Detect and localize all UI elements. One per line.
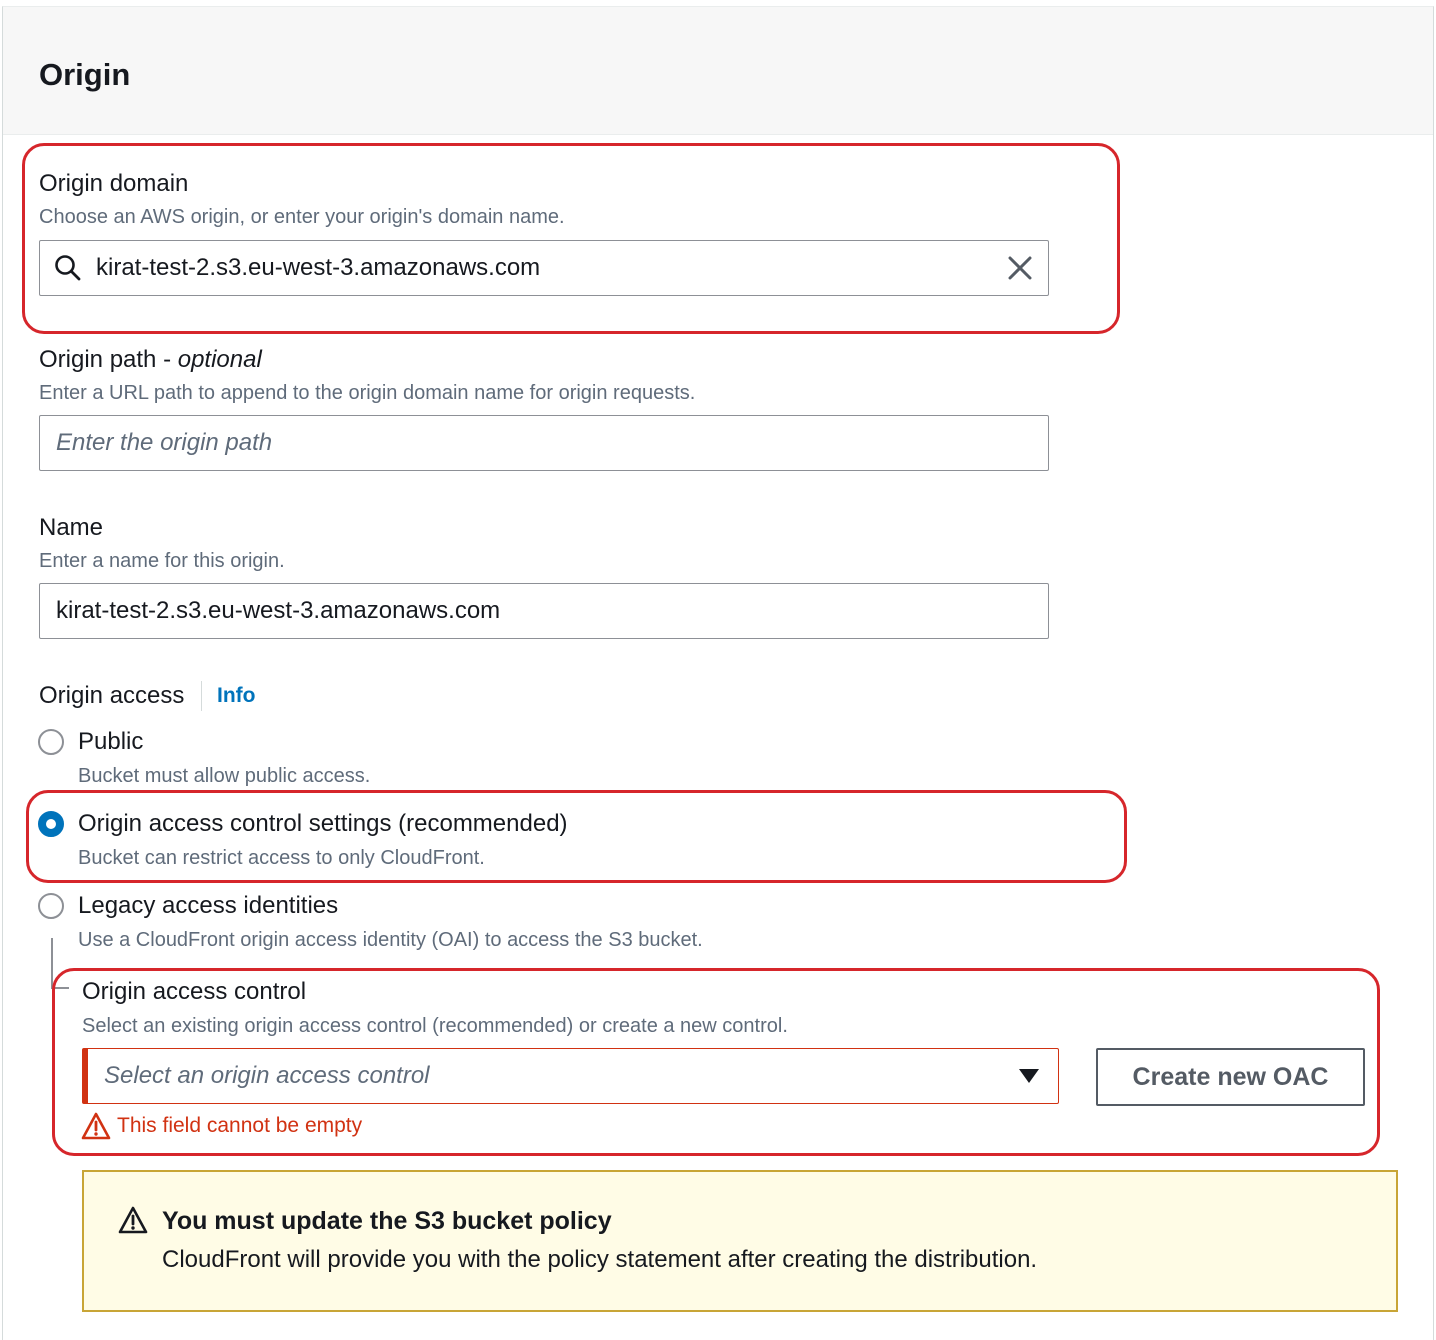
origin-domain-label: Origin domain bbox=[39, 170, 189, 197]
origin-path-optional: optional bbox=[177, 346, 262, 373]
origin-domain-value: kirat-test-2.s3.eu-west-3.amazonaws.com bbox=[96, 254, 541, 281]
name-value: kirat-test-2.s3.eu-west-3.amazonaws.com bbox=[56, 597, 501, 624]
radio-oac-label[interactable]: Origin access control settings (recommen… bbox=[78, 810, 568, 838]
radio-legacy-description: Use a CloudFront origin access identity … bbox=[78, 929, 703, 951]
name-description: Enter a name for this origin. bbox=[39, 550, 285, 572]
search-icon bbox=[55, 255, 81, 281]
section-title: Origin bbox=[39, 57, 131, 92]
tree-connector-vertical bbox=[51, 938, 53, 988]
radio-public-description: Bucket must allow public access. bbox=[78, 765, 371, 787]
origin-domain-input[interactable]: kirat-test-2.s3.eu-west-3.amazonaws.com bbox=[39, 240, 1049, 296]
info-link[interactable]: Info bbox=[217, 684, 255, 708]
radio-legacy-label[interactable]: Legacy access identities bbox=[78, 892, 338, 920]
radio-public-label[interactable]: Public bbox=[78, 728, 143, 756]
caret-down-icon bbox=[1019, 1069, 1039, 1083]
radio-oac[interactable] bbox=[38, 811, 64, 837]
origin-path-label-text: Origin path - bbox=[39, 346, 178, 373]
error-warning-icon bbox=[81, 1112, 111, 1140]
oac-description: Select an existing origin access control… bbox=[82, 1015, 788, 1037]
radio-public[interactable] bbox=[38, 729, 64, 755]
alert-body: CloudFront will provide you with the pol… bbox=[162, 1246, 1038, 1273]
oac-error-message: This field cannot be empty bbox=[117, 1114, 363, 1137]
origin-path-description: Enter a URL path to append to the origin… bbox=[39, 382, 696, 404]
radio-legacy[interactable] bbox=[38, 893, 64, 919]
oac-select[interactable]: Select an origin access control bbox=[82, 1048, 1059, 1104]
name-input[interactable]: kirat-test-2.s3.eu-west-3.amazonaws.com bbox=[39, 583, 1049, 639]
clear-icon[interactable] bbox=[1006, 254, 1034, 282]
origin-domain-description: Choose an AWS origin, or enter your orig… bbox=[39, 206, 565, 228]
origin-path-placeholder: Enter the origin path bbox=[56, 429, 273, 456]
tree-connector-horizontal bbox=[51, 987, 69, 989]
warning-icon bbox=[118, 1206, 148, 1234]
alert-title: You must update the S3 bucket policy bbox=[162, 1207, 612, 1235]
origin-path-label: Origin path - optional bbox=[39, 346, 262, 374]
name-label: Name bbox=[39, 514, 104, 541]
panel-header: Origin bbox=[3, 7, 1433, 135]
oac-label: Origin access control bbox=[82, 978, 307, 1005]
radio-oac-description: Bucket can restrict access to only Cloud… bbox=[78, 847, 485, 869]
info-separator bbox=[201, 681, 202, 711]
origin-path-input[interactable]: Enter the origin path bbox=[39, 415, 1049, 471]
origin-access-label: Origin access bbox=[39, 682, 185, 709]
oac-select-placeholder: Select an origin access control bbox=[104, 1062, 430, 1089]
bucket-policy-alert bbox=[82, 1170, 1398, 1312]
create-new-oac-button[interactable]: Create new OAC bbox=[1096, 1048, 1365, 1106]
